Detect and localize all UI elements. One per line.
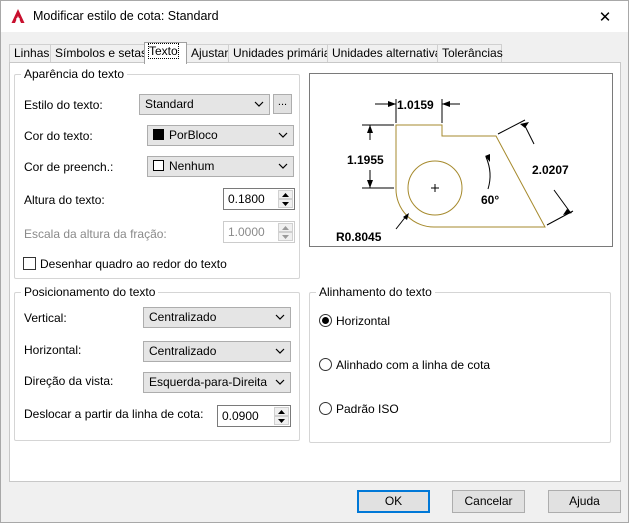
arrow-down-icon xyxy=(282,202,289,206)
ok-button[interactable]: OK xyxy=(357,490,430,513)
chevron-down-icon xyxy=(275,379,285,385)
spin-up-button[interactable] xyxy=(274,407,289,416)
chevron-down-icon xyxy=(275,314,285,320)
arrow-down-icon xyxy=(278,419,285,423)
window-title: Modificar estilo de cota: Standard xyxy=(33,9,219,23)
tab-texto[interactable]: Texto xyxy=(144,42,187,64)
chevron-down-icon xyxy=(278,132,288,138)
arrow-up-icon xyxy=(282,193,289,197)
spin-down-button[interactable] xyxy=(278,199,293,208)
chevron-down-icon xyxy=(275,348,285,354)
fill-color-dropdown[interactable]: Nenhum xyxy=(147,156,294,177)
close-icon: ✕ xyxy=(598,8,612,26)
offset-input[interactable]: 0.0900 xyxy=(217,405,291,427)
vertical-label: Vertical: xyxy=(24,311,67,325)
text-appearance-title: Aparência do texto xyxy=(24,67,125,81)
dim-top-label: 1.0159 xyxy=(397,98,434,112)
view-direction-value: Esquerda-para-Direita xyxy=(149,375,268,389)
tab-simbolos-setas[interactable]: Símbolos e setas xyxy=(50,44,147,63)
offset-label: Deslocar a partir da linha de cota: xyxy=(24,407,204,421)
align-with-dimline-label[interactable]: Alinhado com a linha de cota xyxy=(336,358,490,372)
title-bar[interactable]: Modificar estilo de cota: Standard ✕ xyxy=(1,1,628,32)
horizontal-value: Centralizado xyxy=(149,344,217,358)
help-button[interactable]: Ajuda xyxy=(548,490,621,513)
fraction-height-label: Escala da altura da fração: xyxy=(24,227,167,241)
text-style-label: Estilo do texto: xyxy=(24,98,103,112)
arrow-down-icon xyxy=(282,235,289,239)
tab-ajustar[interactable]: Ajustar xyxy=(186,44,229,63)
view-direction-label: Direção da vista: xyxy=(24,374,114,388)
texto-tab-page: Aparência do texto Estilo do texto: Stan… xyxy=(9,62,621,482)
view-direction-dropdown[interactable]: Esquerda-para-Direita xyxy=(143,372,291,393)
horizontal-dropdown[interactable]: Centralizado xyxy=(143,341,291,362)
align-iso-radio[interactable] xyxy=(319,402,332,415)
tab-tolerancias[interactable]: Tolerâncias xyxy=(437,44,503,63)
align-horizontal-label[interactable]: Horizontal xyxy=(336,314,390,328)
tab-unidades-alternativas[interactable]: Unidades alternativas xyxy=(327,44,447,63)
text-style-dropdown[interactable]: Standard xyxy=(139,94,270,115)
spin-down-button[interactable] xyxy=(274,416,289,425)
tab-linhas[interactable]: Linhas xyxy=(9,44,51,63)
horizontal-label: Horizontal: xyxy=(24,343,82,357)
dimension-preview-drawing: 1.0159 1.1955 2.0207 60° R0.8045 xyxy=(336,98,574,244)
vertical-value: Centralizado xyxy=(149,310,217,324)
text-style-browse-button[interactable]: ... xyxy=(273,94,292,114)
align-horizontal-radio[interactable] xyxy=(319,314,332,327)
align-with-dimline-radio[interactable] xyxy=(319,358,332,371)
chevron-down-icon xyxy=(278,163,288,169)
text-placement-title: Posicionamento do texto xyxy=(24,285,156,299)
close-button[interactable]: ✕ xyxy=(582,1,628,32)
dim-right-label: 2.0207 xyxy=(532,163,569,177)
fill-color-value: Nenhum xyxy=(169,159,215,173)
arrow-up-icon xyxy=(278,410,285,414)
text-color-value: PorBloco xyxy=(169,128,218,142)
spin-down-button xyxy=(278,232,293,241)
draw-frame-label[interactable]: Desenhar quadro ao redor do texto xyxy=(40,257,227,271)
radius-label: R0.8045 xyxy=(336,230,382,244)
text-color-dropdown[interactable]: PorBloco xyxy=(147,125,294,146)
color-swatch xyxy=(153,129,164,140)
spin-up-button xyxy=(278,223,293,232)
text-style-value: Standard xyxy=(145,97,194,111)
align-iso-label[interactable]: Padrão ISO xyxy=(336,402,399,416)
spin-up-button[interactable] xyxy=(278,190,293,199)
fraction-height-input: 1.0000 xyxy=(223,221,295,243)
fill-swatch xyxy=(153,160,164,171)
autocad-a-icon xyxy=(11,9,25,23)
text-height-label: Altura do texto: xyxy=(24,193,105,207)
text-height-input[interactable]: 0.1800 xyxy=(223,188,295,210)
angle-label: 60° xyxy=(481,193,499,207)
dialog-window: Modificar estilo de cota: Standard ✕ Lin… xyxy=(0,0,629,523)
cancel-button[interactable]: Cancelar xyxy=(452,490,525,513)
chevron-down-icon xyxy=(254,101,264,107)
text-alignment-title: Alinhamento do texto xyxy=(319,285,432,299)
arrow-up-icon xyxy=(282,226,289,230)
fill-color-label: Cor de preench.: xyxy=(24,160,114,174)
tab-unidades-primarias[interactable]: Unidades primárias xyxy=(228,44,336,63)
text-color-label: Cor do texto: xyxy=(24,129,93,143)
vertical-dropdown[interactable]: Centralizado xyxy=(143,307,291,328)
dimension-preview: 1.0159 1.1955 2.0207 60° R0.8045 xyxy=(309,73,613,247)
dim-left-label: 1.1955 xyxy=(347,153,384,167)
draw-frame-checkbox[interactable] xyxy=(23,257,36,270)
